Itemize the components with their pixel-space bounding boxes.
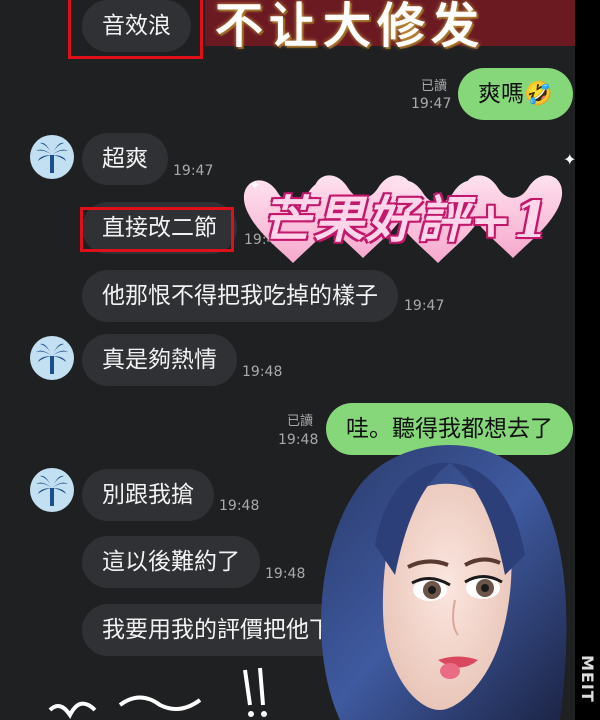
watermark-text: MEIT bbox=[578, 655, 597, 703]
message-time: 19:48 bbox=[242, 364, 283, 380]
message-time: 19:48 bbox=[219, 498, 260, 514]
message-time: 19:47 bbox=[411, 96, 452, 112]
message-bubble[interactable]: 別跟我搶 bbox=[82, 469, 214, 521]
message-bubble[interactable]: 這以後難約了 bbox=[82, 536, 260, 588]
message-bubble[interactable]: 真是夠熱情 bbox=[82, 334, 237, 386]
sparkle-icon: ✦ bbox=[250, 178, 261, 192]
banner-text: 不让大修发 bbox=[215, 0, 486, 54]
scribble-decoration bbox=[48, 667, 267, 719]
highlight-box bbox=[80, 207, 234, 252]
girl-portrait-image bbox=[321, 444, 567, 720]
message-time: 19:47 bbox=[404, 298, 445, 314]
contact-avatar[interactable] bbox=[30, 135, 74, 179]
contact-avatar[interactable] bbox=[30, 336, 74, 380]
right-edge-strip bbox=[575, 0, 600, 720]
palm-tree-icon bbox=[36, 142, 68, 173]
read-receipt: 已讀 bbox=[421, 79, 448, 94]
message-bubble-outgoing[interactable]: 爽嗎🤣 bbox=[458, 68, 573, 120]
message-time: 19:47 bbox=[173, 163, 214, 179]
sparkle-icon: ✦ bbox=[563, 150, 575, 169]
palm-tree-icon bbox=[36, 343, 68, 374]
palm-tree-icon bbox=[36, 475, 68, 506]
contact-avatar[interactable] bbox=[30, 468, 74, 512]
sticker-text: 芒果好評+1 bbox=[262, 190, 551, 249]
chat-window: 不让大修发 音效浪 已讀 19:47 爽嗎🤣 超爽 19:47 直接改二節 19… bbox=[0, 0, 575, 720]
message-bubble[interactable]: 超爽 bbox=[82, 133, 168, 185]
highlight-box bbox=[68, 0, 203, 59]
